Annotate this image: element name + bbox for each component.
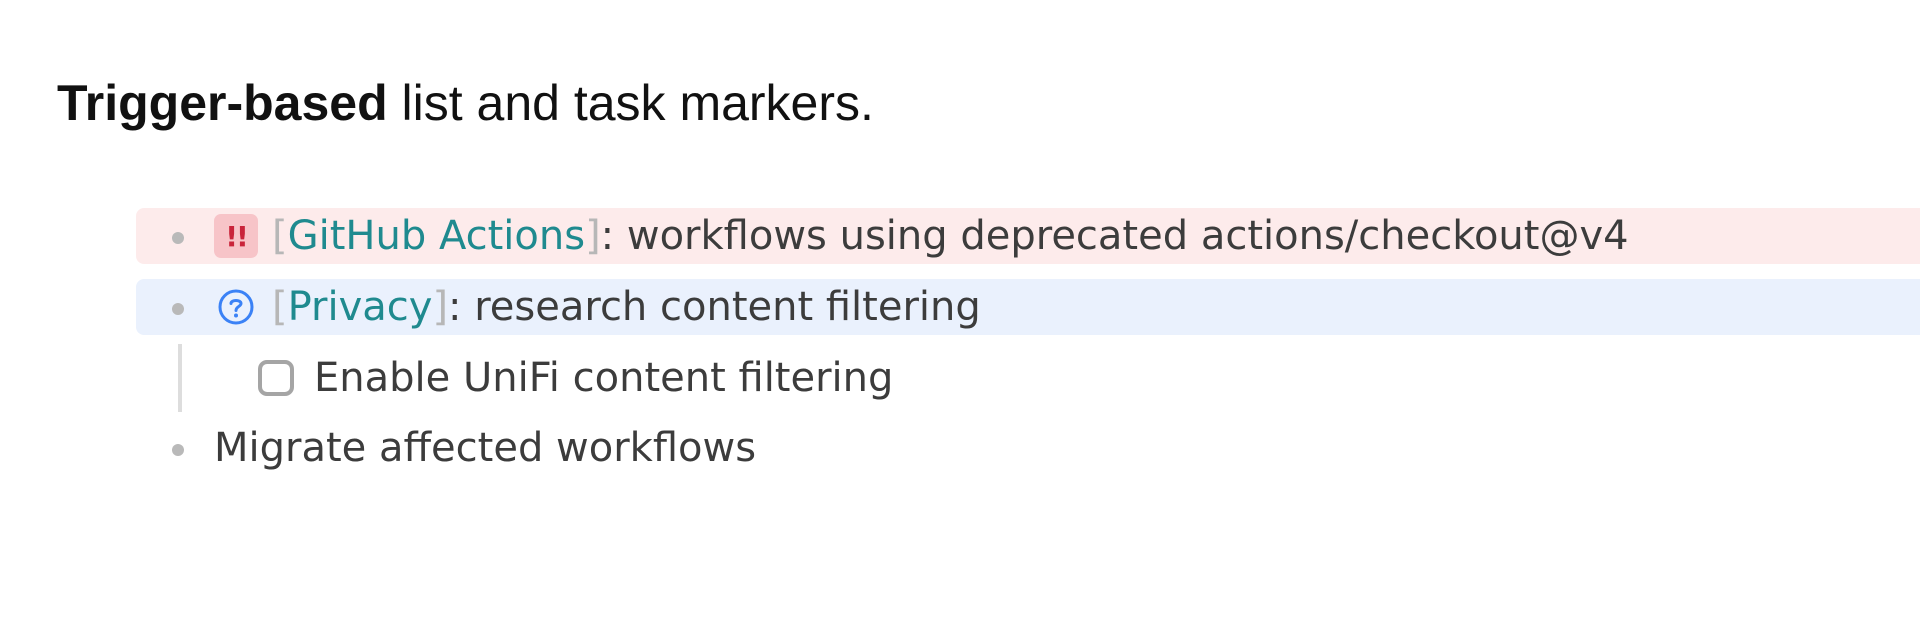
question-circle-icon: [214, 285, 258, 329]
tag-link[interactable]: GitHub Actions: [288, 213, 585, 259]
list-item-text: : research content filtering: [448, 284, 981, 330]
indent-guide: [178, 344, 182, 412]
list-item-migrate[interactable]: Migrate affected workflows: [136, 420, 1920, 476]
list-item-content: Migrate affected workflows: [214, 420, 756, 476]
page: Trigger-based list and task markers. !! …: [0, 0, 1920, 621]
list-item-text: Migrate affected workflows: [214, 425, 757, 471]
bullet-icon[interactable]: [172, 444, 184, 456]
bullet-icon[interactable]: [172, 303, 184, 315]
task-label: Enable UniFi content filtering: [314, 355, 894, 401]
double-exclamation-icon: !!: [214, 214, 258, 258]
list-item-content: !! [GitHub Actions]: workflows using dep…: [214, 208, 1629, 264]
task-item: Enable UniFi content filtering: [258, 350, 893, 406]
heading-rest-text: list and task markers.: [387, 75, 874, 131]
list-item-content: [Privacy]: research content filtering: [214, 279, 981, 335]
list-item-text: : workflows using deprecated actions/che…: [600, 213, 1629, 259]
list-item-privacy[interactable]: [Privacy]: research content filtering: [136, 279, 1920, 335]
tag-bracket-open: [: [272, 213, 288, 259]
tag-bracket-open: [: [272, 284, 288, 330]
heading-bold-text: Trigger-based: [57, 75, 388, 131]
task-checkbox[interactable]: [258, 360, 294, 396]
tag-link[interactable]: Privacy: [288, 284, 433, 330]
tag-bracket-close: ]: [585, 213, 601, 259]
tag-bracket-close: ]: [432, 284, 449, 330]
list-item-github-actions[interactable]: !! [GitHub Actions]: workflows using dep…: [136, 208, 1920, 264]
bullet-icon[interactable]: [172, 232, 184, 244]
page-heading: Trigger-based list and task markers.: [57, 72, 874, 134]
